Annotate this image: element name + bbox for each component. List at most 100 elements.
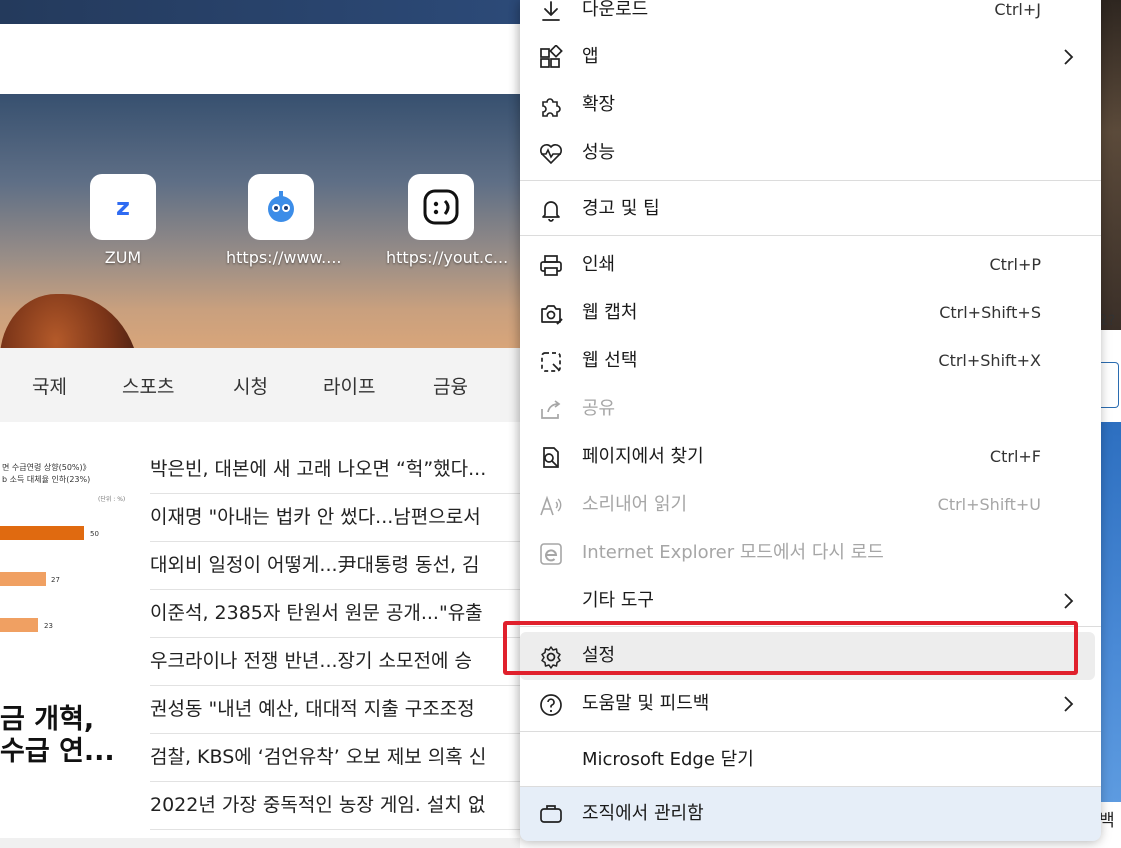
thumbnail-caption: b 소득 대체율 인하(23%) (2, 475, 91, 484)
menu-item-alerts-tips[interactable]: 경고 및 팁 (520, 185, 1101, 233)
chevron-right-icon (1057, 46, 1079, 68)
menu-item-share: 공유 (520, 385, 1101, 433)
menu-item-shortcut: Ctrl+J (994, 0, 1041, 19)
menu-item-label: 웹 선택 (582, 350, 638, 371)
quick-link-site[interactable]: https://www.... (226, 174, 342, 267)
thumbnail-bar (0, 572, 46, 586)
news-item[interactable]: 2022년 가장 중독적인 농장 게임. 설치 없 (150, 782, 520, 830)
quick-link-label: ZUM (104, 248, 142, 267)
edge-text: 백 (1101, 811, 1115, 831)
quick-link-label: https://yout.c... (386, 248, 509, 267)
printer-icon (538, 253, 564, 279)
menu-item-label: Internet Explorer 모드에서 다시 로드 (582, 542, 884, 563)
news-item[interactable]: 우크라이나 전쟁 반년...장기 소모전에 승 (150, 638, 520, 686)
menu-item-label: 인쇄 (582, 254, 616, 275)
menu-item-shortcut: Ctrl+P (989, 255, 1041, 274)
thumbnail-bar (0, 618, 38, 632)
thumbnail-value: 27 (51, 576, 60, 584)
briefcase-icon (538, 801, 564, 827)
menu-item-label: 소리내어 읽기 (582, 494, 688, 515)
thumbnail-value: 23 (44, 622, 53, 630)
robot-logo-icon (248, 174, 314, 240)
help-icon (538, 692, 564, 718)
featured-headline[interactable]: 금 개혁, 수급 연... (0, 704, 115, 768)
menu-item-help-feedback[interactable]: 도움말 및 피드백 (520, 680, 1101, 728)
menu-item-label: 확장 (582, 94, 616, 115)
news-item[interactable]: 검찰, KBS에 ‘검언유착’ 오보 제보 의혹 신 (150, 734, 520, 782)
browser-top-strip (0, 0, 520, 24)
heartbeat-icon (538, 141, 564, 167)
news-item[interactable]: 권성동 "내년 예산, 대대적 지출 구조조정 (150, 686, 520, 734)
tab-sports[interactable]: 스포츠 (122, 372, 174, 399)
face-logo-icon (408, 174, 474, 240)
menu-separator (520, 235, 1101, 236)
menu-item-label: 공유 (582, 398, 616, 419)
menu-item-extensions[interactable]: 확장 (520, 81, 1101, 129)
tab-viewing[interactable]: 시청 (233, 372, 268, 399)
read-aloud-icon (538, 493, 564, 519)
menu-item-label: 경고 및 팁 (582, 198, 660, 219)
menu-item-downloads[interactable]: 다운로드 Ctrl+J (520, 0, 1101, 34)
chevron-right-icon (1057, 590, 1079, 612)
menu-item-label: 조직에서 관리함 (582, 803, 704, 824)
menu-item-label: Microsoft Edge 닫기 (582, 749, 754, 770)
menu-item-shortcut: Ctrl+F (989, 447, 1041, 466)
news-thumbnail-chart[interactable]: 면 수급연령 상향(50%)》 b 소득 대체율 인하(23%) (단위 : %… (0, 450, 136, 640)
tab-life[interactable]: 라이프 (323, 372, 375, 399)
menu-item-web-select[interactable]: 웹 선택 Ctrl+Shift+X (520, 337, 1101, 385)
menu-item-managed-by-org[interactable]: 조직에서 관리함 (520, 787, 1101, 841)
ie-icon (538, 541, 564, 567)
bell-icon (538, 197, 564, 223)
menu-item-label: 다운로드 (582, 0, 649, 20)
thumbnail-bar (0, 526, 84, 540)
menu-item-read-aloud: 소리내어 읽기 Ctrl+Shift+U (520, 481, 1101, 529)
news-item[interactable]: 박은빈, 대본에 새 고래 나오면 “헉”했다... (150, 446, 520, 494)
rock-image (0, 294, 140, 348)
menu-item-label: 도움말 및 피드백 (582, 693, 710, 714)
settings-highlight-box (503, 621, 1078, 675)
search-area[interactable] (0, 24, 520, 94)
zum-logo-icon: z (90, 174, 156, 240)
news-item[interactable]: 이준석, 2385자 탄원서 원문 공개..."유출 (150, 590, 520, 638)
edge-button[interactable] (1101, 362, 1119, 408)
menu-separator (520, 731, 1101, 732)
thumbnail-unit: (단위 : %) (98, 496, 126, 503)
edge-image (1101, 0, 1121, 330)
download-icon (538, 0, 564, 24)
headline-line: 금 개혁, (0, 704, 95, 735)
menu-item-shortcut: Ctrl+Shift+X (938, 351, 1041, 370)
menu-item-apps[interactable]: 앱 (520, 33, 1101, 81)
menu-item-more-tools[interactable]: 기타 도구 (520, 577, 1101, 625)
quick-link-zum[interactable]: z ZUM (68, 174, 178, 267)
quick-link-label: https://www.... (226, 248, 342, 267)
menu-separator (520, 180, 1101, 181)
menu-item-label: 성능 (582, 142, 616, 163)
news-item[interactable]: 이재명 "아내는 법카 안 썼다...남편으로서 (150, 494, 520, 542)
tab-international[interactable]: 국제 (32, 372, 67, 399)
menu-item-close-edge[interactable]: Microsoft Edge 닫기 (520, 736, 1101, 784)
edge-banner (1101, 422, 1121, 802)
menu-item-label: 페이지에서 찾기 (582, 446, 704, 467)
share-icon (538, 397, 564, 423)
menu-item-print[interactable]: 인쇄 Ctrl+P (520, 241, 1101, 289)
news-category-bar: 국제 스포츠 시청 라이프 금융 (0, 348, 520, 422)
find-icon (538, 445, 564, 471)
apps-icon (538, 44, 564, 71)
right-page-edge: 요? 백 (1101, 0, 1121, 848)
menu-item-label: 앱 (582, 46, 599, 67)
menu-item-ie-mode: Internet Explorer 모드에서 다시 로드 (520, 529, 1101, 577)
tab-finance[interactable]: 금융 (433, 372, 468, 399)
menu-item-performance[interactable]: 성능 (520, 129, 1101, 177)
thumbnail-caption: 면 수급연령 상향(50%)》 (2, 463, 91, 472)
quick-link-yout[interactable]: https://yout.c... (386, 174, 509, 267)
puzzle-icon (538, 93, 564, 119)
thumbnail-value: 50 (90, 530, 99, 538)
select-icon (538, 349, 564, 375)
menu-item-find-on-page[interactable]: 페이지에서 찾기 Ctrl+F (520, 433, 1101, 481)
chevron-right-icon (1057, 693, 1079, 715)
page-bottom-strip (0, 838, 520, 848)
edge-text: 요? (1101, 313, 1116, 329)
menu-item-web-capture[interactable]: 웹 캡처 Ctrl+Shift+S (520, 289, 1101, 337)
news-item[interactable]: 대외비 일정이 어떻게...尹대통령 동선, 김 (150, 542, 520, 590)
menu-item-shortcut: Ctrl+Shift+S (939, 303, 1041, 322)
